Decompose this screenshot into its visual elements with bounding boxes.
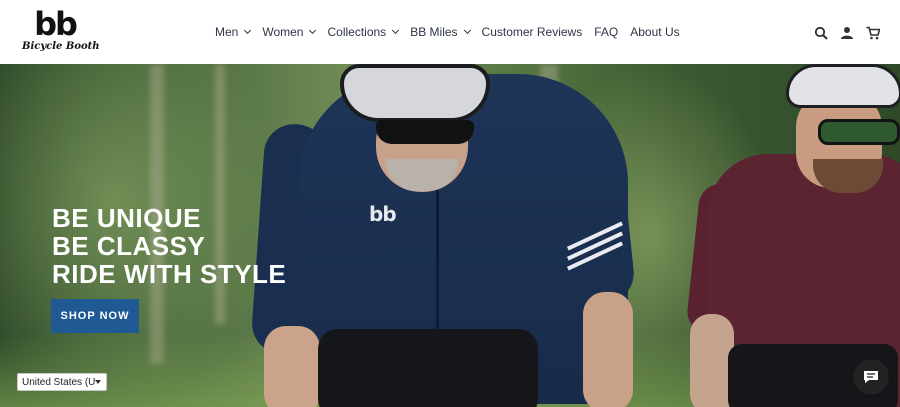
logo-text: Bicycle Booth [22,41,100,52]
country-selector[interactable]: United States (U [17,373,107,391]
hero-line: RIDE WITH STYLE [52,259,287,289]
logo-mark-icon: bb [34,5,79,43]
shop-now-button[interactable]: SHOP NOW [51,299,139,333]
logo-mark: bb [34,8,77,42]
nav-item-label: Women [262,25,304,39]
hero-cyclist-main: bb [250,64,648,407]
nav-item-faq[interactable]: FAQ [594,25,618,39]
nav-item-label: Customer Reviews [481,25,583,39]
jersey-logo: bb [369,202,397,226]
sunglasses [376,120,474,144]
chevron-down-icon [463,26,471,35]
nav-item-women[interactable]: Women [262,25,317,39]
helmet [340,64,490,122]
chat-button[interactable] [853,359,889,395]
country-selector-value: United States (U [22,376,96,388]
brand-logo[interactable]: bb Bicycle Booth [22,5,100,56]
hero-line: BE UNIQUE [52,203,201,233]
chevron-down-icon [392,26,400,35]
hero-headline: BE UNIQUE BE CLASSY RIDE WITH STYLE [52,204,286,288]
goggles [818,119,900,145]
chevron-down-icon [309,26,317,35]
nav-item-label: Collections [327,25,387,39]
nav-item-label: FAQ [594,25,619,39]
hero-line: BE CLASSY [52,231,206,261]
cart-icon[interactable] [866,26,881,40]
nav-item-men[interactable]: Men [215,25,252,39]
nav-item-label: About Us [630,25,680,39]
header-icons [814,26,881,40]
nav-item-customer-reviews[interactable]: Customer Reviews [482,25,583,39]
hero-banner: bb BE UNIQUE BE CLASSY RIDE WITH STYLE S… [0,64,900,407]
dropdown-arrow-icon [95,380,101,384]
nav-item-bb-miles[interactable]: BB Miles [410,25,471,39]
site-header: bb Bicycle Booth Men Women Collections B… [0,0,900,64]
chat-icon [864,371,878,383]
nav-item-label: Men [215,25,239,39]
helmet [786,64,900,108]
search-icon[interactable] [814,26,828,40]
nav-item-label: BB Miles [410,25,458,39]
hero-cyclist-secondary [685,64,900,407]
nav-item-about-us[interactable]: About Us [630,25,679,39]
nav-item-collections[interactable]: Collections [327,25,400,39]
main-nav: Men Women Collections BB Miles Customer … [215,24,692,40]
account-icon[interactable] [840,26,854,40]
chevron-down-icon [244,26,252,35]
